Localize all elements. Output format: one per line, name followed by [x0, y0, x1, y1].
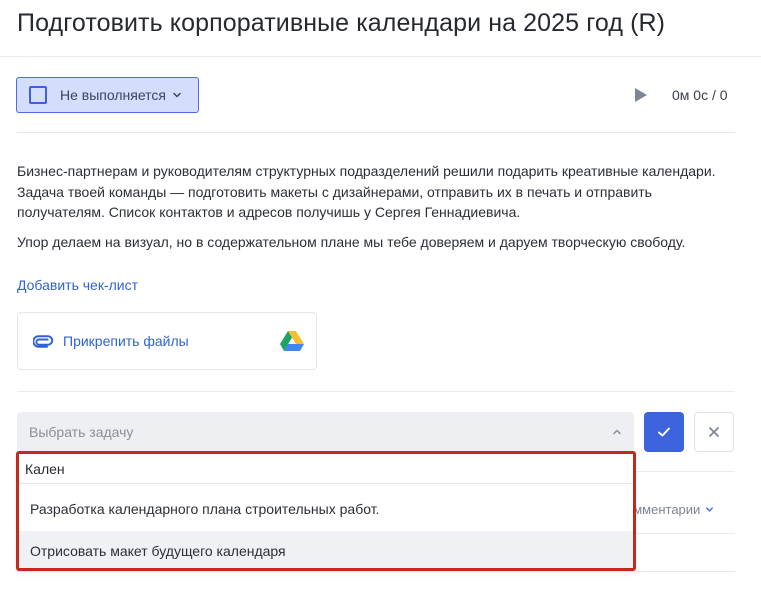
chevron-down-icon — [706, 507, 714, 512]
confirm-button[interactable] — [644, 412, 684, 452]
description-paragraph: Бизнес-партнерам и руководителям структу… — [17, 163, 716, 220]
close-icon — [709, 427, 719, 437]
status-dropdown-button[interactable]: Не выполняется — [16, 77, 199, 113]
task-dropdown-menu: Разработка календарного плана строительн… — [17, 452, 634, 571]
add-checklist-link[interactable]: Добавить чек-лист — [17, 277, 138, 293]
paperclip-icon — [33, 335, 53, 348]
chevron-up-icon — [613, 429, 621, 435]
cancel-button[interactable] — [694, 412, 734, 452]
attach-files-panel: Прикрепить файлы — [17, 312, 317, 370]
timer-value: 0м 0с / 0 — [672, 87, 728, 103]
task-select[interactable]: Выбрать задачу — [17, 412, 634, 452]
task-description: Бизнес-партнерам и руководителям структу… — [17, 161, 737, 252]
divider — [17, 571, 735, 572]
google-drive-icon[interactable] — [280, 330, 304, 352]
comments-label: омментарии — [626, 502, 701, 517]
task-select-placeholder: Выбрать задачу — [29, 424, 134, 440]
task-header: Подготовить корпоративные календари на 2… — [0, 0, 761, 57]
dropdown-option[interactable]: Разработка календарного плана строительн… — [18, 489, 633, 529]
divider — [17, 391, 735, 392]
status-label: Не выполняется — [60, 87, 166, 103]
dropdown-option[interactable]: Отрисовать макет будущего календаря — [18, 531, 633, 571]
checkmark-icon — [658, 427, 670, 437]
divider — [17, 132, 735, 133]
status-checkbox[interactable] — [29, 86, 47, 104]
page-title: Подготовить корпоративные календари на 2… — [17, 9, 666, 37]
attach-files-link[interactable]: Прикрепить файлы — [63, 333, 189, 349]
chevron-down-icon — [173, 92, 181, 98]
task-search-input[interactable] — [18, 453, 633, 484]
description-paragraph: Упор делаем на визуал, но в содержательн… — [17, 233, 686, 250]
time-tracker: 0м 0с / 0 — [634, 86, 728, 104]
comments-toggle[interactable]: омментарии — [626, 502, 714, 517]
play-icon[interactable] — [634, 87, 648, 103]
